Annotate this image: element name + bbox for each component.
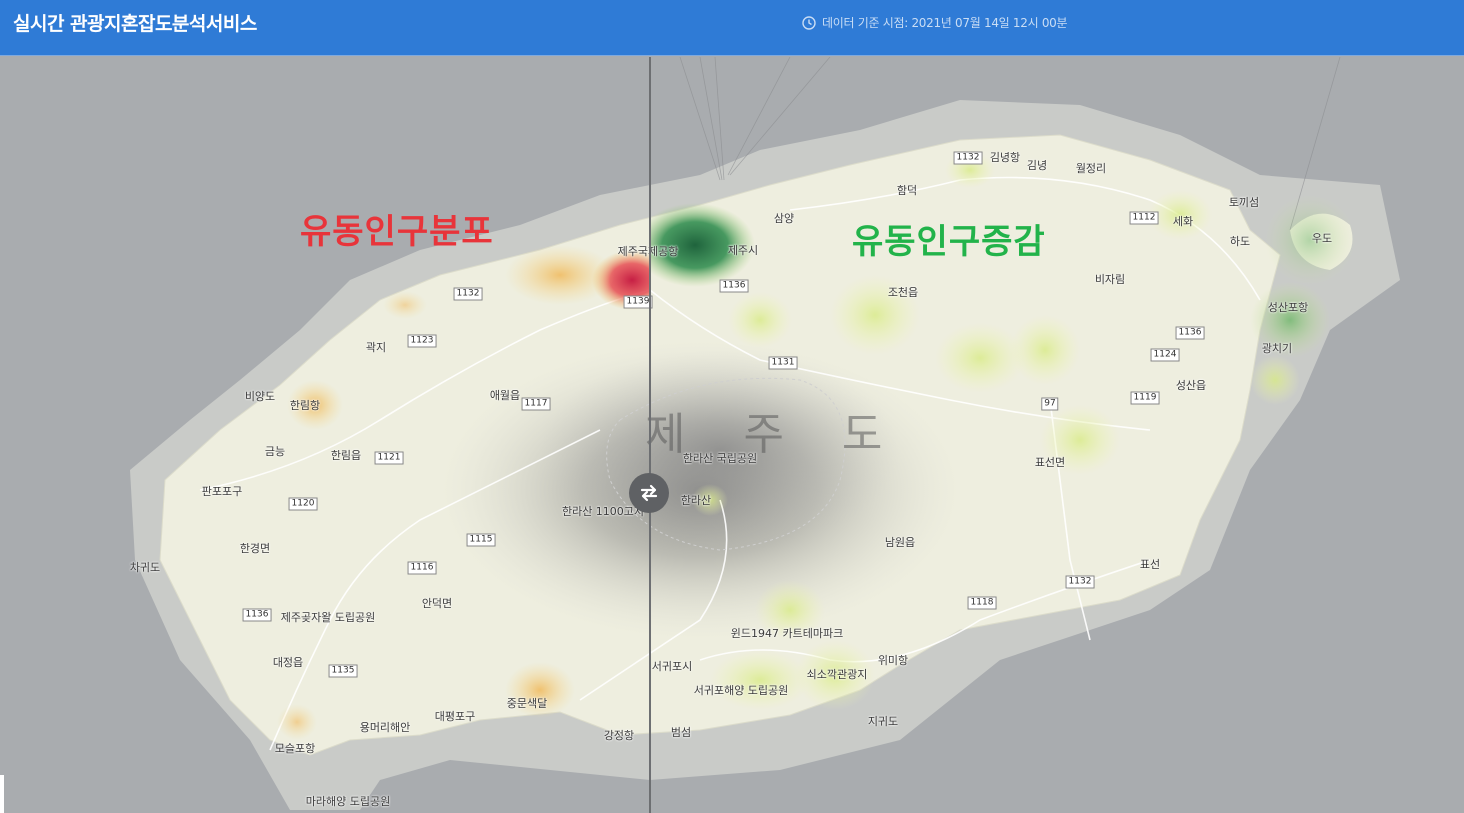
place-label: 한경면	[239, 542, 271, 555]
road-number-badge: 1124	[1150, 348, 1180, 362]
place-label: 제주시	[727, 244, 759, 257]
place-label: 비양도	[244, 390, 276, 403]
road-number-badge: 1132	[953, 151, 983, 165]
place-label: 삼양	[773, 212, 795, 225]
place-label: 성산포항	[1267, 301, 1309, 314]
place-label: 쇠소깍관광지	[806, 668, 868, 681]
place-label: 토끼섬	[1228, 196, 1260, 209]
road-number-badge: 1131	[768, 356, 798, 370]
place-label: 마라해양 도립공원	[305, 795, 391, 808]
road-number-badge: 1135	[328, 664, 358, 678]
road-number-badge: 1116	[407, 561, 437, 575]
road-number-badge: 1123	[407, 334, 437, 348]
place-label: 김녕	[1026, 159, 1048, 172]
place-label: 한림항	[289, 399, 321, 412]
place-label: 한라산	[680, 494, 712, 507]
page-title: 실시간 관광지혼잡도분석서비스	[13, 13, 257, 35]
map-view[interactable]: 제 주 도	[0, 57, 1464, 813]
place-label: 제주곶자왈 도립공원	[280, 611, 376, 624]
road-number-badge: 1136	[1175, 326, 1205, 340]
place-label: 모슬포항	[274, 742, 316, 755]
place-label: 광치기	[1261, 342, 1293, 355]
place-label: 한라산 1100고지	[561, 505, 645, 518]
place-label: 성산읍	[1175, 379, 1207, 392]
place-label: 대정읍	[272, 656, 304, 669]
scroll-edge	[0, 775, 4, 813]
right-map-title: 유동인구증감	[852, 222, 1046, 262]
road-number-badge: 1119	[1130, 391, 1160, 405]
compare-swap-handle[interactable]	[629, 473, 669, 513]
place-label: 지귀도	[867, 715, 899, 728]
road-number-badge: 1136	[242, 608, 272, 622]
road-number-badge: 1136	[719, 279, 749, 293]
place-label: 비자림	[1094, 273, 1126, 286]
place-label: 우도	[1311, 232, 1333, 245]
left-map-title: 유동인구분포	[300, 212, 494, 252]
place-label: 강정항	[603, 729, 635, 742]
clock-icon	[802, 15, 816, 30]
place-label: 표선	[1139, 558, 1161, 571]
place-label: 금능	[264, 445, 286, 458]
place-label: 김녕항	[989, 151, 1021, 164]
place-label: 서귀포시	[651, 660, 693, 673]
data-timestamp: 데이터 기준 시점: 2021년 07월 14일 12시 00분	[802, 14, 1068, 31]
place-label: 차귀도	[129, 561, 161, 574]
place-label: 곽지	[365, 341, 387, 354]
place-label: 서귀포해양 도립공원	[693, 684, 789, 697]
app-header: 실시간 관광지혼잡도분석서비스 데이터 기준 시점: 2021년 07월 14일…	[0, 0, 1464, 56]
road-number-badge: 1132	[453, 287, 483, 301]
road-number-badge: 1121	[374, 451, 404, 465]
place-label: 범섬	[670, 726, 692, 739]
road-number-badge: 1118	[967, 596, 997, 610]
road-number-badge: 1120	[288, 497, 318, 511]
place-label: 월정리	[1075, 162, 1107, 175]
place-label: 용머리해안	[359, 721, 411, 734]
place-label: 위미항	[877, 654, 909, 667]
road-number-badge: 1115	[466, 533, 496, 547]
place-label: 중문색달	[506, 697, 548, 710]
road-number-badge: 1132	[1065, 575, 1095, 589]
swap-arrows-icon	[640, 484, 658, 502]
place-label: 안덕면	[421, 597, 453, 610]
place-label: 한림읍	[330, 449, 362, 462]
place-label: 애월읍	[489, 389, 521, 402]
place-label: 판포포구	[201, 485, 243, 498]
place-label: 세화	[1172, 215, 1194, 228]
compare-divider[interactable]	[649, 57, 651, 813]
place-label: 하도	[1229, 235, 1251, 248]
place-label: 대평포구	[434, 710, 476, 723]
road-number-badge: 97	[1041, 397, 1059, 411]
place-label: 제주국제공항	[617, 245, 679, 258]
place-label: 조천읍	[887, 286, 919, 299]
road-number-badge: 1112	[1129, 211, 1159, 225]
road-number-badge: 1117	[521, 397, 551, 411]
timestamp-text: 데이터 기준 시점: 2021년 07월 14일 12시 00분	[822, 16, 1068, 30]
place-label: 남원읍	[884, 536, 916, 549]
place-label: 표선면	[1034, 456, 1066, 469]
place-label: 한라산 국립공원	[682, 452, 758, 465]
place-label: 윈드1947 카트테마파크	[730, 627, 844, 640]
place-label: 함덕	[896, 184, 918, 197]
